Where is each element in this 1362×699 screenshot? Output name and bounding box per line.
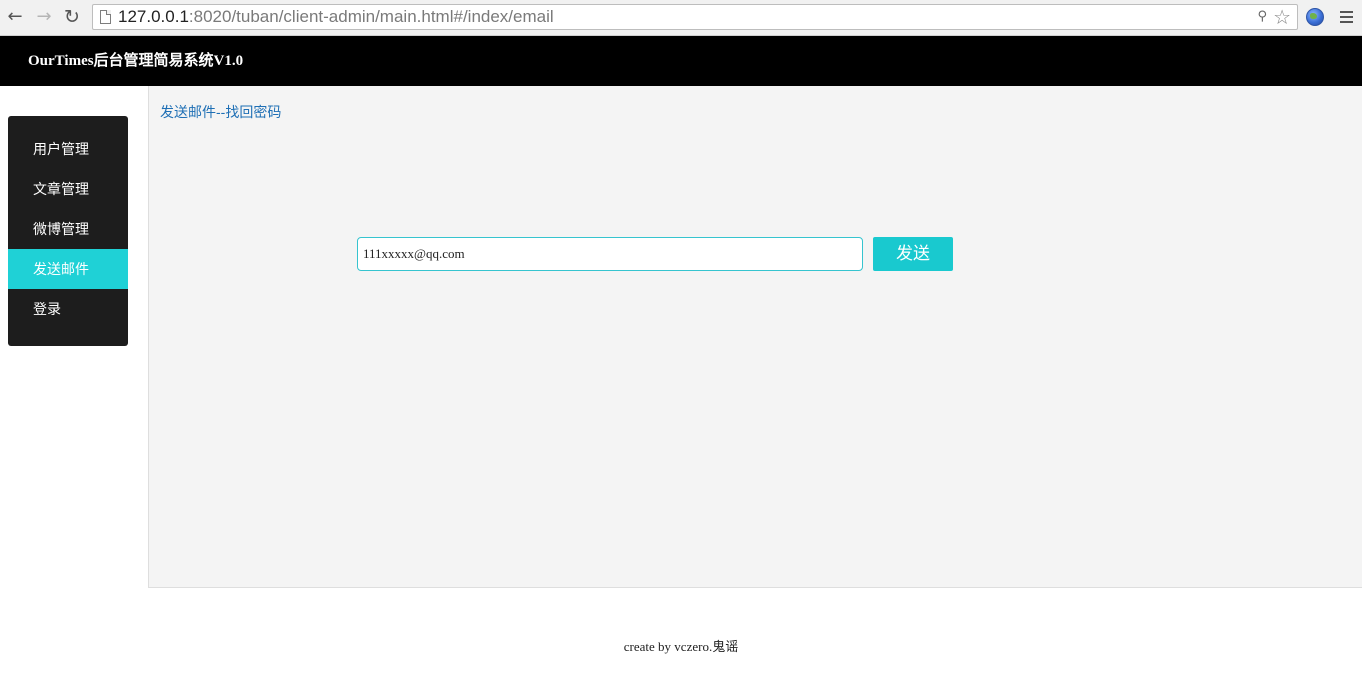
url-path: :8020/tuban/client-admin/main.html#/inde… [188,7,554,26]
url-text[interactable]: 127.0.0.1:8020/tuban/client-admin/main.h… [118,7,554,27]
menu-icon[interactable] [1340,11,1353,23]
key-icon[interactable]: ⚲ [1257,9,1267,24]
browser-toolbar: ← → ↻ 127.0.0.1:8020/tuban/client-admin/… [0,0,1362,36]
app-title: OurTimes后台管理简易系统V1.0 [28,53,244,69]
reload-icon[interactable]: ↻ [61,6,83,28]
url-host: 127.0.0.1 [118,7,189,26]
sidebar-item-send-email[interactable]: 发送邮件 [8,249,128,289]
email-input[interactable] [357,237,863,271]
forward-arrow-icon[interactable]: → [33,6,55,28]
page-icon [100,10,111,24]
address-bar[interactable]: 127.0.0.1:8020/tuban/client-admin/main.h… [92,4,1298,30]
sidebar: 用户管理 文章管理 微博管理 发送邮件 登录 [8,116,128,346]
sidebar-item-articles[interactable]: 文章管理 [8,169,128,209]
star-icon[interactable]: ☆ [1273,5,1291,29]
back-arrow-icon[interactable]: ← [4,6,26,28]
sidebar-item-login[interactable]: 登录 [8,289,128,329]
sidebar-item-weibo[interactable]: 微博管理 [8,209,128,249]
send-button[interactable]: 发送 [873,237,953,271]
app-header: OurTimes后台管理简易系统V1.0 [0,36,1362,86]
globe-icon[interactable] [1306,8,1324,26]
main-panel: 发送邮件--找回密码 发送 [148,86,1362,588]
footer-credit: create by vczero.鬼谣 [623,639,739,654]
sidebar-item-users[interactable]: 用户管理 [8,129,128,169]
breadcrumb[interactable]: 发送邮件--找回密码 [160,102,281,122]
